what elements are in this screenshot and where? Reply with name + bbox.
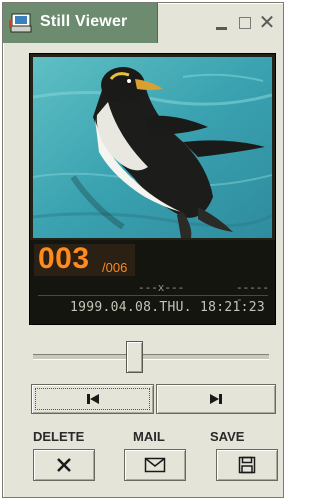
window-title: Still Viewer	[40, 13, 128, 30]
skip-next-icon	[210, 394, 222, 404]
maximize-icon	[239, 17, 251, 29]
camera-icon	[9, 13, 32, 33]
delete-label: DELETE	[33, 429, 85, 444]
minimize-button[interactable]	[209, 11, 233, 35]
penguin-photo	[33, 57, 272, 238]
frame-counter: 003 /006	[34, 242, 135, 276]
still-viewer-window: Still Viewer ✕ 003 /006 ---x--- ------ 1…	[2, 2, 284, 498]
divider	[38, 295, 268, 296]
delete-button[interactable]	[33, 449, 95, 481]
save-label: SAVE	[210, 429, 245, 444]
frame-total-count: /006	[102, 260, 128, 275]
info-display: 003 /006 ---x--- ------ 1999.04.08.THU. …	[30, 240, 275, 324]
close-button[interactable]: ✕	[255, 11, 279, 35]
close-icon: ✕	[258, 12, 276, 34]
frame-slider[interactable]	[29, 339, 274, 375]
minimize-icon	[215, 26, 227, 30]
title-tab[interactable]: Still Viewer	[3, 3, 158, 43]
mail-label: MAIL	[133, 429, 165, 444]
previous-frame-button[interactable]	[31, 384, 154, 414]
maximize-button[interactable]	[233, 11, 257, 35]
save-button[interactable]	[216, 449, 278, 481]
floppy-disk-icon	[238, 456, 256, 474]
envelope-icon	[144, 457, 166, 473]
title-bar[interactable]: Still Viewer ✕	[3, 3, 283, 43]
slider-track[interactable]	[33, 354, 269, 360]
skip-previous-icon	[86, 394, 99, 404]
next-frame-button[interactable]	[156, 384, 276, 414]
frame-current-number: 003	[38, 242, 90, 275]
image-viewer-panel: 003 /006 ---x--- ------ 1999.04.08.THU. …	[29, 53, 276, 325]
mail-button[interactable]	[124, 449, 186, 481]
capture-datetime: 1999.04.08.THU. 18:21:23	[70, 300, 266, 315]
status-indicator: ---x---	[138, 283, 185, 295]
delete-x-icon	[57, 458, 71, 472]
slider-thumb[interactable]	[126, 341, 143, 373]
